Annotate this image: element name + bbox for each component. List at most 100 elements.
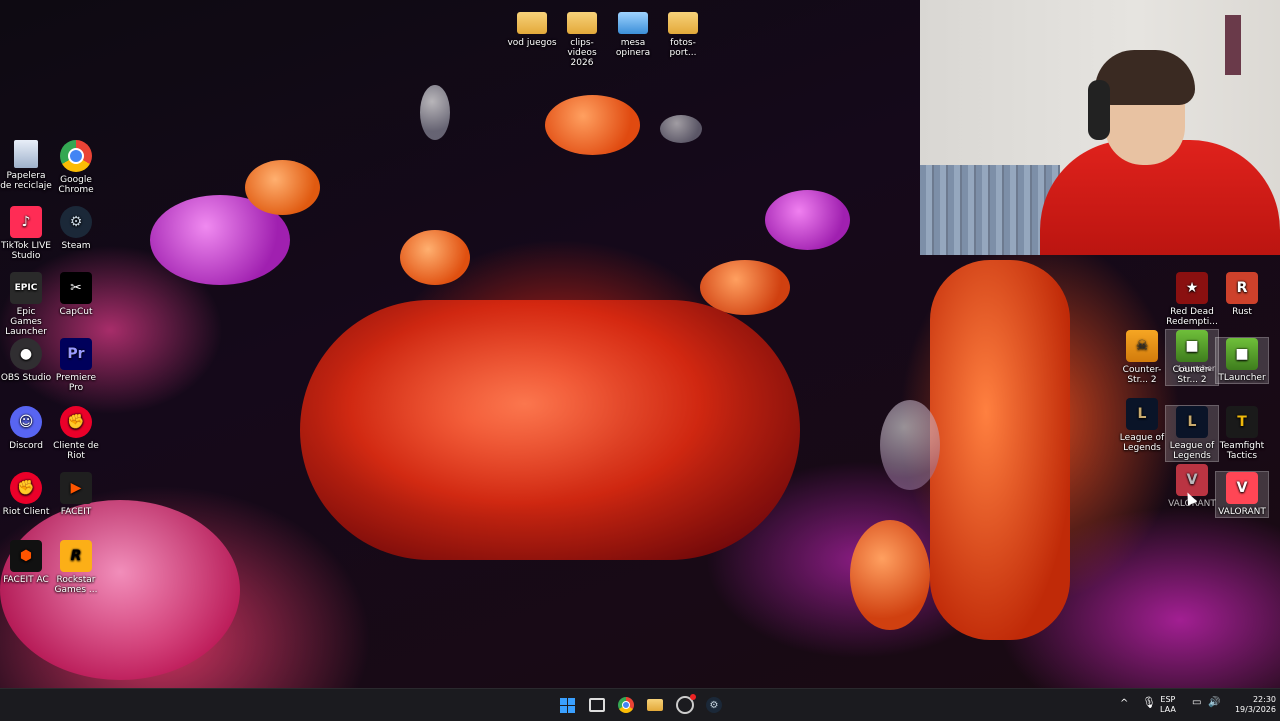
folder-icon [618,12,648,34]
cs2-icon: ☠ [1126,330,1158,362]
folder-label: mesa opinera [615,38,651,58]
epic-games-icon: EPIC [10,272,42,304]
icon-label: Premiere Pro [55,373,97,393]
clock-date: 19/3/2026 [1234,705,1276,714]
riot-icon: ✊ [60,406,92,438]
tlauncher-icon: ■ [1226,338,1258,370]
icon-label: FACEIT [60,507,92,517]
desktop-icon-chrome[interactable]: Google Chrome [50,140,102,195]
icon-label: FACEIT AC [3,575,49,585]
desktop-icon-epic-games[interactable]: EPIC Epic Games Launcher [0,272,52,337]
language-indicator[interactable]: ESP LAA [1160,695,1176,715]
wallpaper-blob [765,190,850,250]
desktop-icon-rust[interactable]: R Rust [1216,272,1268,317]
faceit-ac-icon: ⬢ [10,540,42,572]
webcam-poster [1225,15,1241,75]
folder-fotos-port[interactable]: fotos-port... [657,6,709,58]
desktop-icon-cs2[interactable]: ☠ Counter-Str... 2 [1116,330,1168,385]
chrome-icon [60,140,92,172]
folder-label: fotos-port... [669,38,697,58]
microphone-icon[interactable]: 🎙 [1142,697,1156,708]
desktop-icon-discord[interactable]: ☺ Discord [0,406,52,451]
tiktok-icon: ♪ [10,206,42,238]
desktop-icon-lol[interactable]: L League of Legends [1116,398,1168,453]
windows-logo-icon [559,697,575,713]
premiere-icon: Pr [60,338,92,370]
task-view-icon [589,698,605,712]
desktop-icon-steam[interactable]: ⚙ Steam [50,206,102,251]
tft-icon: T [1226,406,1258,438]
icon-label: Discord [9,441,43,451]
webcam-person-hair [1095,50,1195,105]
desktop-icon-tft[interactable]: T Teamfight Tactics [1216,406,1268,461]
icon-label: TikTok LIVE Studio [1,241,51,261]
steam-icon: ⚙ [706,697,722,713]
lol-icon: L [1126,398,1158,430]
wallpaper-blob [850,520,930,630]
desktop-icon-premiere[interactable]: Pr Premiere Pro [50,338,102,393]
discord-icon: ☺ [10,406,42,438]
start-button[interactable] [557,695,577,715]
folder-mesa-opinera[interactable]: mesa opinera [607,6,659,58]
folder-icon [668,12,698,34]
folder-label: clips-videos 2026 [567,38,597,68]
icon-label: League of Legends [1169,441,1215,461]
show-hidden-icons-button[interactable]: ^ [1120,699,1128,709]
wallpaper-droplet [880,400,940,490]
network-icon[interactable]: ▭ [1192,698,1201,708]
capcut-icon: ✂ [60,272,92,304]
desktop-icon-obs[interactable]: ● OBS Studio [0,338,52,383]
desktop-icon-valorant[interactable]: V VALORANT [1215,471,1269,518]
desktop-icon-red-dead[interactable]: ★ Red Dead Redempti... [1166,272,1218,327]
taskbar: ⚙ ^ 🎙 ESP LAA ▭ 🔊 22:30 19/3/2026 [0,688,1280,721]
icon-label: Counter-Str... 2 [1122,365,1162,385]
desktop-icon-faceit[interactable]: ▶ FACEIT [50,472,102,517]
icon-label: Steam [61,241,91,251]
volume-icon[interactable]: 🔊 [1208,698,1220,708]
icon-label: Teamfight Tactics [1219,441,1265,461]
language-code: ESP [1160,695,1176,704]
recycle-bin-icon [14,140,38,168]
desktop-icon-rockstar[interactable]: R Rockstar Games ... [50,540,102,595]
cs2-icon-2: ■ [1176,330,1208,362]
folder-icon [567,12,597,34]
taskbar-file-explorer[interactable] [645,695,665,715]
taskbar-steam[interactable]: ⚙ [704,695,724,715]
task-view-button[interactable] [587,695,607,715]
icon-label: Riot Client [2,507,50,517]
webcam-headphones [1088,80,1110,140]
obs-icon: ● [10,338,42,370]
desktop-icon-faceit-ac[interactable]: ⬢ FACEIT AC [0,540,52,585]
wallpaper-blob [300,300,800,560]
wallpaper-blob [545,95,640,155]
icon-label: VALORANT [1218,507,1266,517]
icon-label: Papelera de reciclaje [0,171,52,191]
rust-icon: R [1226,272,1258,304]
icon-label: OBS Studio [0,373,52,383]
icon-label: Google Chrome [58,175,94,195]
desktop-icon-tlauncher[interactable]: ■ TLauncher [1215,337,1269,384]
icon-label: TLauncher [1218,373,1266,383]
icon-label: CapCut [59,307,93,317]
clock-time: 22:30 [1252,695,1276,704]
folder-vod-juegos[interactable]: vod juegos [506,6,558,48]
valorant-icon-2: V [1226,472,1258,504]
desktop-icon-lol-selected[interactable]: L League of Legends [1165,405,1219,462]
taskbar-app[interactable] [675,694,696,715]
wallpaper-blob [0,500,240,680]
desktop-icon-riot-client[interactable]: ✊ Riot Client [0,472,52,517]
wallpaper-blob [245,160,320,215]
desktop-icon-capcut[interactable]: ✂ CapCut [50,272,102,317]
icon-label: Red Dead Redempti... [1166,307,1218,327]
desktop-icon-cliente-riot[interactable]: ✊ Cliente de Riot [50,406,102,461]
wallpaper-blob [400,230,470,285]
folder-clips-videos[interactable]: clips-videos 2026 [556,6,608,68]
chrome-icon [618,697,634,713]
desktop-icon-cs2-selected[interactable]: ■ Counter-Str... 2 [1165,329,1219,386]
desktop-icon-recycle-bin[interactable]: Papelera de reciclaje [0,140,52,191]
icon-label: Rockstar Games ... [54,575,98,595]
wallpaper-blob [930,260,1070,640]
desktop-icon-tiktok-live[interactable]: ♪ TikTok LIVE Studio [0,206,52,261]
clock[interactable]: 22:30 19/3/2026 [1224,695,1276,715]
taskbar-chrome[interactable] [616,695,636,715]
